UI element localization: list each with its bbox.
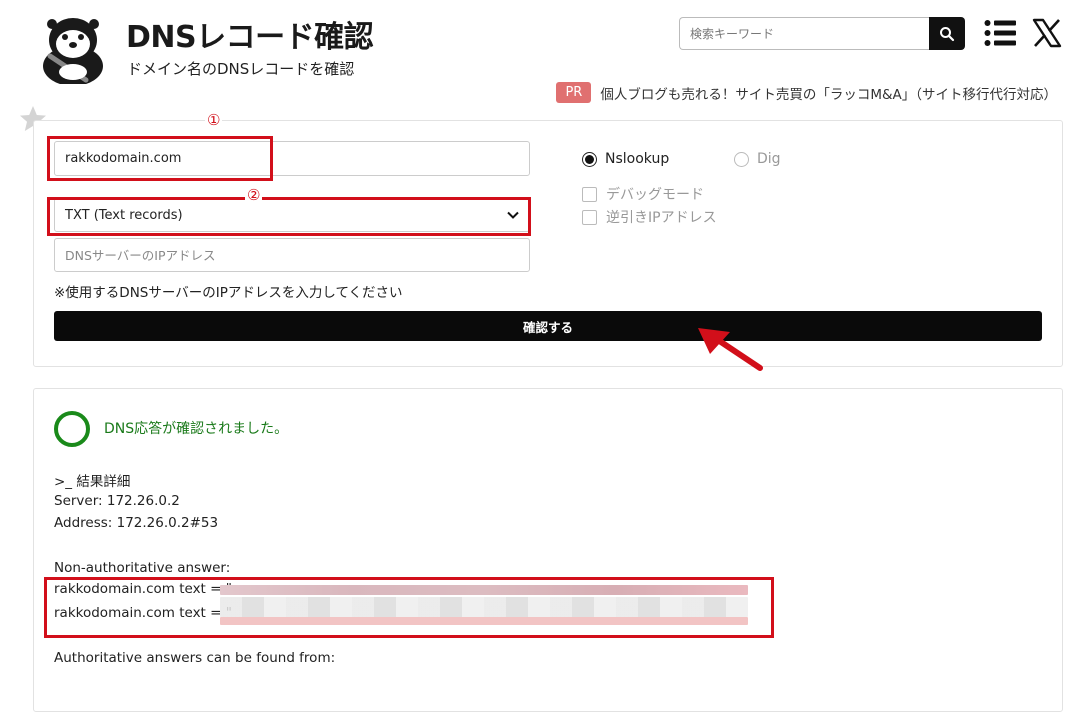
submit-button[interactable]: 確認する (54, 311, 1042, 341)
site-subtitle: ドメイン名のDNSレコードを確認 (127, 60, 355, 78)
site-logo[interactable] (36, 10, 110, 86)
checkbox-icon (582, 186, 597, 202)
search-input[interactable] (679, 17, 929, 50)
checkbox-debug-mode[interactable]: デバッグモード (582, 184, 704, 204)
checkbox-icon (582, 209, 597, 225)
pr-badge: PR (556, 82, 592, 103)
dns-server-input[interactable] (54, 238, 530, 272)
radio-nslookup[interactable]: Nslookup (582, 151, 669, 167)
step-number-2: ② (245, 186, 263, 204)
site-title[interactable]: DNSレコード確認 (126, 12, 374, 56)
search-button[interactable] (929, 17, 965, 50)
radio-nslookup-label: Nslookup (605, 151, 670, 167)
success-circle-icon (54, 411, 90, 447)
menu-list-icon[interactable] (984, 19, 1016, 47)
highlight-box-txt-records (44, 577, 774, 638)
radio-dig-label: Dig (757, 151, 781, 167)
pr-link-text[interactable]: 個人ブログも売れる！サイト売買の「ラッコM&A」（サイト移行代行対応） (600, 83, 1057, 103)
result-detail-heading: >_ 結果詳細 (54, 474, 131, 490)
otter-logo-icon (43, 18, 103, 86)
result-address: Address: 172.26.0.2#53 (54, 515, 219, 531)
search-box (679, 17, 965, 50)
radio-dig[interactable]: Dig (734, 151, 781, 167)
result-authoritative-note: Authoritative answers can be found from: (54, 650, 336, 666)
radio-checked-icon (582, 151, 597, 167)
status-message: DNS応答が確認されました。 (104, 421, 289, 437)
step-number-1: ① (205, 111, 223, 129)
highlight-box-record-type (47, 197, 531, 236)
radio-unchecked-icon (734, 151, 749, 167)
checkbox-reverse-ip[interactable]: 逆引きIPアドレス (582, 207, 717, 227)
search-icon (940, 26, 955, 41)
checkbox-reverse-label: 逆引きIPアドレス (606, 210, 717, 226)
checkbox-debug-label: デバッグモード (606, 187, 704, 203)
pr-banner[interactable]: PR 個人ブログも売れる！サイト売買の「ラッコM&A」（サイト移行代行対応） (556, 82, 1057, 103)
red-arrow-icon (690, 322, 766, 374)
result-non-authoritative: Non-authoritative answer: (54, 560, 231, 576)
dns-server-note: ※使用するDNSサーバーのIPアドレスを入力してください (54, 285, 403, 301)
highlight-box-domain (47, 136, 273, 181)
result-server: Server: 172.26.0.2 (54, 493, 180, 509)
x-twitter-icon[interactable] (1032, 18, 1062, 48)
